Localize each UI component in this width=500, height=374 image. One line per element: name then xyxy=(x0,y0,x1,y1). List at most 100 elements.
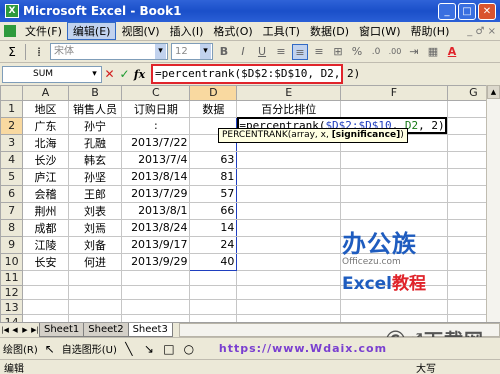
menu-window[interactable]: 窗口(W) xyxy=(354,23,405,39)
worksheet-grid[interactable]: A B C D E F G 1 地区 销售人员 订购日期 数据 百分比排位 2 … xyxy=(0,85,500,360)
cell-c4[interactable]: 2013/7/4 xyxy=(121,150,191,169)
column-header-e[interactable]: E xyxy=(236,85,342,101)
cell[interactable] xyxy=(340,184,448,203)
menu-file[interactable]: 文件(F) xyxy=(20,23,67,39)
cell-b9[interactable]: 刘备 xyxy=(67,235,123,254)
excel-app-icon[interactable]: X xyxy=(5,4,19,18)
cell-a4[interactable]: 长沙 xyxy=(22,150,69,169)
cell-d4[interactable]: 63 xyxy=(189,150,238,169)
cell-e1[interactable]: 百分比排位 xyxy=(236,99,342,118)
workbook-icon[interactable] xyxy=(4,25,16,37)
cell-b6[interactable]: 王郎 xyxy=(67,184,123,203)
menu-tools[interactable]: 工具(T) xyxy=(258,23,305,39)
minimize-icon[interactable]: _ xyxy=(438,2,456,20)
cell-a9[interactable]: 江陵 xyxy=(22,235,69,254)
cell-b10[interactable]: 何进 xyxy=(67,252,123,271)
menu-help[interactable]: 帮助(H) xyxy=(406,23,455,39)
cell-b5[interactable]: 孙坚 xyxy=(67,167,123,186)
select-all-corner[interactable] xyxy=(0,85,24,101)
cell-b2[interactable]: 孙宁 xyxy=(67,116,123,135)
align-center-icon[interactable]: ≡ xyxy=(292,43,308,60)
oval-icon[interactable]: ○ xyxy=(181,341,197,357)
cell[interactable] xyxy=(340,167,448,186)
row-header[interactable]: 6 xyxy=(0,184,24,203)
insert-function-icon[interactable]: fx xyxy=(132,68,147,81)
menu-view[interactable]: 视图(V) xyxy=(116,23,164,39)
cell-c7[interactable]: 2013/8/1 xyxy=(121,201,191,220)
cell-b3[interactable]: 孔融 xyxy=(67,133,123,152)
cell-e6[interactable] xyxy=(236,184,342,203)
cell-c1[interactable]: 订购日期 xyxy=(121,99,191,118)
cell-b8[interactable]: 刘焉 xyxy=(67,218,123,237)
name-box[interactable]: SUM xyxy=(2,65,102,83)
menu-edit[interactable]: 编辑(E) xyxy=(66,22,117,40)
next-sheet-icon[interactable]: ▶ xyxy=(20,323,30,337)
cell[interactable] xyxy=(121,269,191,286)
cell-d7[interactable]: 66 xyxy=(189,201,238,220)
column-header-c[interactable]: C xyxy=(121,85,191,101)
row-header[interactable]: 11 xyxy=(0,269,24,286)
cell[interactable] xyxy=(67,284,123,301)
cell-c10[interactable]: 2013/9/29 xyxy=(121,252,191,271)
cell[interactable] xyxy=(340,150,448,169)
row-header[interactable]: 12 xyxy=(0,284,24,301)
row-header[interactable]: 1 xyxy=(0,99,24,118)
row-header[interactable]: 7 xyxy=(0,201,24,220)
cell-d1[interactable]: 数据 xyxy=(189,99,238,118)
font-color-button[interactable]: A xyxy=(444,44,460,60)
cell-a5[interactable]: 庐江 xyxy=(22,167,69,186)
row-header[interactable]: 8 xyxy=(0,218,24,237)
formula-input[interactable]: =percentrank($D$2:$D$10, D2, 2) xyxy=(151,64,360,84)
cancel-icon[interactable]: ✕ xyxy=(102,67,117,81)
cell[interactable] xyxy=(236,269,342,286)
cell-a2[interactable]: 广东 xyxy=(22,116,69,135)
column-header-f[interactable]: F xyxy=(340,85,448,101)
cell[interactable] xyxy=(340,99,448,118)
percent-button[interactable]: % xyxy=(349,44,365,60)
cell-e9[interactable] xyxy=(236,235,342,254)
row-header[interactable]: 9 xyxy=(0,235,24,254)
workbook-window-controls[interactable]: _ ♂ × xyxy=(467,26,496,37)
sheet-tab-3[interactable]: Sheet3 xyxy=(127,323,173,337)
column-header-d[interactable]: D xyxy=(189,85,238,101)
cell-e8[interactable] xyxy=(236,218,342,237)
cell-d5[interactable]: 81 xyxy=(189,167,238,186)
cell-c5[interactable]: 2013/8/14 xyxy=(121,167,191,186)
enter-icon[interactable]: ✓ xyxy=(117,67,132,81)
row-header[interactable]: 3 xyxy=(0,133,24,152)
row-header[interactable]: 4 xyxy=(0,150,24,169)
rectangle-icon[interactable]: □ xyxy=(161,341,177,357)
cell-e10[interactable] xyxy=(236,252,342,271)
cell-c6[interactable]: 2013/7/29 xyxy=(121,184,191,203)
row-header[interactable]: 13 xyxy=(0,299,24,316)
cell[interactable] xyxy=(22,269,69,286)
menu-data[interactable]: 数据(D) xyxy=(305,23,354,39)
cell-d6[interactable]: 57 xyxy=(189,184,238,203)
column-header-a[interactable]: A xyxy=(22,85,69,101)
cell-c2[interactable]: : xyxy=(121,116,191,135)
row-header[interactable]: 5 xyxy=(0,167,24,186)
cell[interactable] xyxy=(22,284,69,301)
cell[interactable] xyxy=(121,299,191,316)
font-name-select[interactable]: 宋体 xyxy=(50,43,168,60)
cell[interactable] xyxy=(67,269,123,286)
arrow-icon[interactable]: ↘ xyxy=(141,341,157,357)
decimal-increase-button[interactable]: .0 xyxy=(368,44,384,60)
cell-c9[interactable]: 2013/9/17 xyxy=(121,235,191,254)
cell-a3[interactable]: 北海 xyxy=(22,133,69,152)
cell[interactable] xyxy=(189,284,238,301)
cell-c8[interactable]: 2013/8/24 xyxy=(121,218,191,237)
line-icon[interactable]: ╲ xyxy=(121,341,137,357)
cell-a7[interactable]: 荆州 xyxy=(22,201,69,220)
menu-format[interactable]: 格式(O) xyxy=(208,23,257,39)
scroll-up-icon[interactable]: ▲ xyxy=(487,85,500,99)
cell[interactable] xyxy=(22,299,69,316)
decimal-decrease-button[interactable]: .00 xyxy=(387,44,403,60)
underline-button[interactable]: U xyxy=(254,44,270,60)
cell[interactable] xyxy=(340,299,448,316)
cell[interactable] xyxy=(340,201,448,220)
row-header[interactable]: 2 xyxy=(0,116,24,135)
menu-insert[interactable]: 插入(I) xyxy=(165,23,209,39)
indent-icon[interactable]: ⇥ xyxy=(406,44,422,60)
cell-a1[interactable]: 地区 xyxy=(22,99,69,118)
